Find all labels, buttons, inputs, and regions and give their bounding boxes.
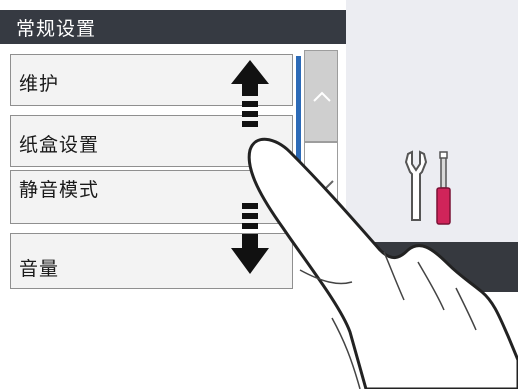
touchscreen-display: 常规设置 维护 纸盒设置 静音模式 音量 — [0, 0, 518, 389]
hand-pointer-icon — [247, 137, 518, 389]
